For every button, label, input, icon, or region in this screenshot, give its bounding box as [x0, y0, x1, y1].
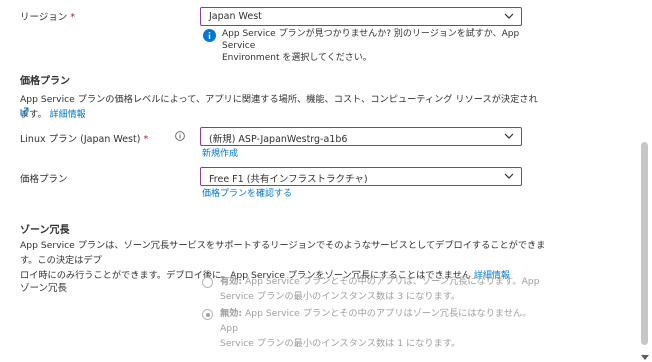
external-link-icon[interactable] — [20, 107, 32, 119]
zone-enabled-line1: 有効: App Service プランとその中のアプリは、ゾーン冗長になります。… — [220, 274, 540, 289]
chevron-down-icon — [504, 173, 514, 179]
linux-plan-label: Linux プラン (Japan West) * — [20, 131, 148, 145]
pricing-plan-dropdown[interactable]: Free F1 (共有インフラストラクチャ) — [200, 167, 522, 186]
region-info-text: App Service プランが見つかりませんか? 別のリージョンを試すか、Ap… — [222, 28, 522, 64]
linux-plan-dropdown[interactable]: (新規) ASP-JapanWestrg-a1b6 — [200, 127, 522, 146]
chevron-down-icon — [504, 133, 514, 139]
zone-enabled-option: 有効: App Service プランとその中のアプリは、ゾーン冗長になります。… — [220, 274, 540, 304]
required-asterisk: * — [70, 12, 76, 23]
region-dropdown-value: Japan West — [209, 11, 262, 22]
region-label-text: リージョン — [20, 12, 68, 23]
pricing-description: App Service プランの価格レベルによって、アプリに関連する場所、機能、… — [20, 92, 540, 123]
vertical-scrollbar[interactable] — [638, 0, 652, 362]
region-info-line2: Environment を選択してください。 — [222, 53, 372, 63]
pricing-learn-more-link[interactable]: 詳細情報 — [50, 110, 86, 120]
pricing-plan-dropdown-value: Free F1 (共有インフラストラクチャ) — [209, 174, 368, 185]
zone-heading: ゾーン冗長 — [20, 225, 70, 236]
pricing-description-text: App Service プランの価格レベルによって、アプリに関連する場所、機能、… — [20, 94, 538, 120]
create-new-link[interactable]: 新規作成 — [202, 146, 238, 159]
zone-redundancy-label: ゾーン冗長 — [20, 283, 68, 294]
zone-disabled-option: 無効: App Service プランとその中のアプリはゾーン冗長にはなりません… — [220, 306, 540, 351]
region-label: リージョン * — [20, 9, 75, 23]
chevron-down-icon — [504, 13, 514, 19]
pricing-plan-label: 価格プラン — [20, 174, 68, 185]
info-circle-icon[interactable] — [175, 131, 186, 142]
required-asterisk: * — [143, 134, 149, 145]
zone-enabled-line2: Service プランの最小のインスタンス数は 3 になります。 — [220, 291, 461, 302]
linux-plan-dropdown-value: (新規) ASP-JapanWestrg-a1b6 — [209, 134, 348, 145]
explore-pricing-plans-link[interactable]: 価格プランを確認する — [202, 186, 292, 199]
region-dropdown[interactable]: Japan West — [200, 7, 522, 26]
pricing-heading: 価格プラン — [20, 76, 70, 87]
info-icon — [203, 29, 217, 43]
zone-disabled-desc1: App Service プランとその中のアプリはゾーン冗長にはなりません。App — [220, 308, 532, 334]
zone-description-line1: App Service プランは、ゾーン冗長サービスをサポートするリージョンでそ… — [20, 240, 546, 266]
zone-disabled-radio[interactable] — [202, 309, 213, 320]
zone-disabled-line1: 無効: App Service プランとその中のアプリはゾーン冗長にはなりません… — [220, 306, 540, 336]
zone-enabled-desc1: App Service プランとその中のアプリは、ゾーン冗長になります。App — [244, 276, 540, 287]
scroll-down-arrow-icon[interactable] — [641, 355, 649, 360]
linux-plan-label-text: Linux プラン (Japan West) — [20, 134, 141, 145]
zone-disabled-line2: Service プランの最小のインスタンス数は 1 になります。 — [220, 338, 461, 349]
zone-enabled-radio[interactable] — [202, 277, 213, 288]
zone-disabled-title: 無効: — [220, 308, 243, 319]
scrollbar-thumb[interactable] — [641, 142, 648, 345]
zone-enabled-title: 有効: — [220, 276, 243, 287]
region-info-line1: App Service プランが見つかりませんか? 別のリージョンを試すか、Ap… — [222, 29, 520, 51]
